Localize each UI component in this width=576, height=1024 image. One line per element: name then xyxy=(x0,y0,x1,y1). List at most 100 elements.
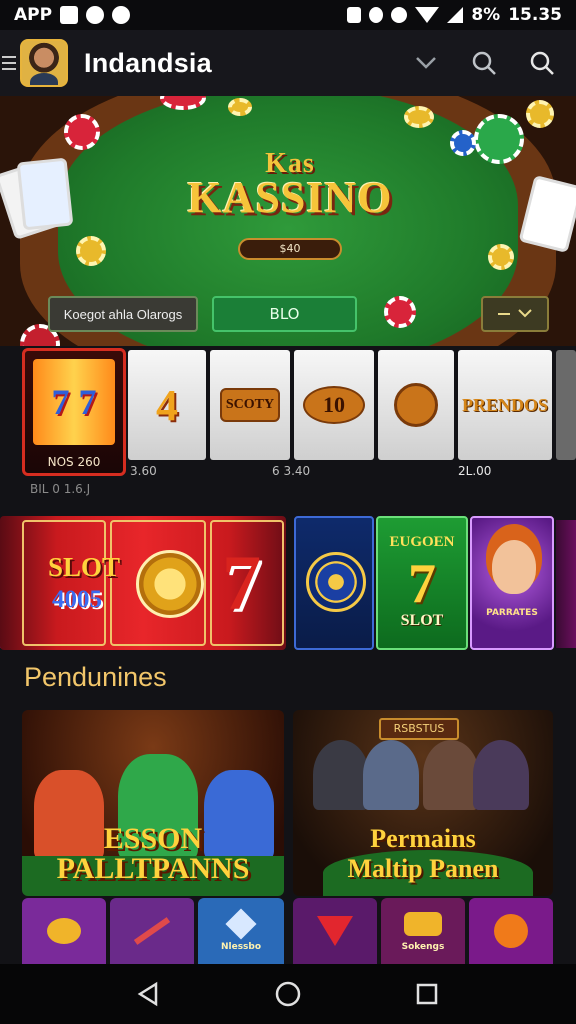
character-avatar xyxy=(492,540,536,594)
banner-edge-right xyxy=(556,520,576,648)
logo-main-text: KASSINO xyxy=(187,173,393,222)
slot-row: 7 7 NOS 260 4 SCOTY 10 PRENDOS 3.60 6 3.… xyxy=(0,346,576,496)
section-title: Pendunines xyxy=(24,662,167,692)
slot-tile-featured[interactable]: 7 7 NOS 260 xyxy=(22,348,126,476)
featured-card[interactable]: RSBSTUS Permains Maltip Panen xyxy=(293,710,553,896)
slot-tile[interactable]: 4 xyxy=(128,350,206,460)
coin-icon xyxy=(228,98,252,116)
shield-icon xyxy=(494,914,528,948)
mini-tile[interactable]: Sokengs xyxy=(381,898,465,964)
coin-icon xyxy=(526,100,554,128)
slot-label: 3.60 xyxy=(130,464,157,478)
sword-icon xyxy=(133,917,171,945)
chip-icon xyxy=(450,130,476,156)
mini-label: Sokengs xyxy=(401,942,445,952)
search-icon[interactable] xyxy=(470,49,498,77)
banner-slot[interactable]: SLOT 4005 7 xyxy=(0,516,286,650)
gem-icon xyxy=(317,916,353,946)
banner-label: SLOT xyxy=(400,612,444,629)
avatar[interactable] xyxy=(20,39,68,87)
sync-icon xyxy=(369,7,384,23)
slot-price: NOS 260 xyxy=(47,455,101,469)
featured-subtitle: PALLTPANNS xyxy=(56,852,250,885)
signal-icon xyxy=(447,7,464,23)
coin-icon xyxy=(136,550,204,618)
app-header: Indandsia xyxy=(0,30,576,96)
banner-title: EUGOEN xyxy=(389,534,455,550)
search-icon[interactable] xyxy=(528,49,556,77)
wheel-icon xyxy=(306,552,366,612)
banner-panel xyxy=(22,520,106,646)
slot-tile[interactable]: PRENDOS xyxy=(458,350,552,460)
badge-icon xyxy=(404,912,442,936)
slot-badge: 10 xyxy=(303,386,365,424)
system-nav-bar xyxy=(0,964,576,1024)
slot-subtitle: BIL 0 1.6.J xyxy=(30,482,91,496)
chip-icon xyxy=(474,114,524,164)
slot-tile[interactable]: 10 xyxy=(294,350,374,460)
featured-card[interactable]: ESSON PALLTPANNS xyxy=(22,710,284,896)
featured-title: Permains xyxy=(370,824,476,853)
hero-price: $40 xyxy=(238,238,342,260)
banner-wheel[interactable] xyxy=(294,516,374,650)
wifi-icon xyxy=(415,7,440,23)
page-title: Indandsia xyxy=(84,47,212,78)
banner-title: SLOT xyxy=(48,552,121,582)
card-icon xyxy=(16,157,74,231)
seven-symbol: 7 xyxy=(222,539,261,626)
banner-green-slot[interactable]: EUGOEN 7 SLOT xyxy=(376,516,468,650)
player-figure xyxy=(423,740,479,810)
chip-icon xyxy=(64,114,100,150)
player-figure xyxy=(473,740,529,810)
home-icon[interactable] xyxy=(272,978,304,1010)
mini-tile[interactable] xyxy=(22,898,106,964)
location-icon xyxy=(112,6,131,24)
player-figure xyxy=(313,740,369,810)
back-icon[interactable] xyxy=(133,978,165,1010)
chip-icon xyxy=(384,296,416,328)
slot-reel: 7 7 xyxy=(33,359,115,445)
player-figure xyxy=(363,740,419,810)
status-bar: APP 8% 15.35 xyxy=(0,0,576,30)
hero-dropdown[interactable] xyxy=(481,296,549,332)
lamp-icon xyxy=(47,918,81,944)
menu-icon[interactable] xyxy=(2,56,16,70)
slot-label: 2L.00 xyxy=(458,464,492,478)
coin-icon xyxy=(488,244,514,270)
featured-sign: RSBSTUS xyxy=(379,718,459,740)
seven-symbol: 7 xyxy=(408,553,436,615)
mini-tile[interactable] xyxy=(293,898,377,964)
banner-label: PARRATES xyxy=(486,608,538,618)
notification-icon xyxy=(60,6,79,24)
banner-character[interactable]: PARRATES xyxy=(470,516,554,650)
mini-tile[interactable] xyxy=(110,898,194,964)
slot-label: 6 3.40 xyxy=(272,464,311,478)
slot-badge: SCOTY xyxy=(220,388,280,422)
status-app-label: APP xyxy=(14,5,53,25)
battery-percent: 8% xyxy=(471,5,501,25)
mini-tile[interactable]: Nlessbo xyxy=(198,898,284,964)
alarm-icon xyxy=(391,7,408,23)
hero-select-left[interactable]: Koegot ahla Olarogs xyxy=(48,296,198,332)
slot-tile[interactable] xyxy=(378,350,454,460)
featured-subtitle: Maltip Panen xyxy=(347,854,499,883)
whatsapp-icon xyxy=(86,6,105,24)
slot-tile[interactable]: SCOTY xyxy=(210,350,290,460)
hero-bet-button[interactable]: BLO xyxy=(212,296,357,332)
slot-tile-partial[interactable] xyxy=(556,350,576,460)
wheel-icon xyxy=(394,383,438,427)
casino-logo: Kas KASSINO xyxy=(176,148,404,223)
featured-title: ESSON xyxy=(103,822,203,855)
gem-icon xyxy=(225,908,257,940)
coin-icon xyxy=(404,106,434,128)
vibrate-icon xyxy=(347,7,362,23)
mini-label: Nlessbo xyxy=(220,942,262,952)
clock: 15.35 xyxy=(508,5,562,25)
minus-icon xyxy=(498,313,510,315)
mini-tile[interactable] xyxy=(469,898,553,964)
recents-icon[interactable] xyxy=(411,978,443,1010)
banner-number: 4005 xyxy=(52,586,102,613)
coin-icon xyxy=(76,236,106,266)
chevron-down-icon xyxy=(518,307,532,322)
chevron-down-icon[interactable] xyxy=(412,49,440,77)
